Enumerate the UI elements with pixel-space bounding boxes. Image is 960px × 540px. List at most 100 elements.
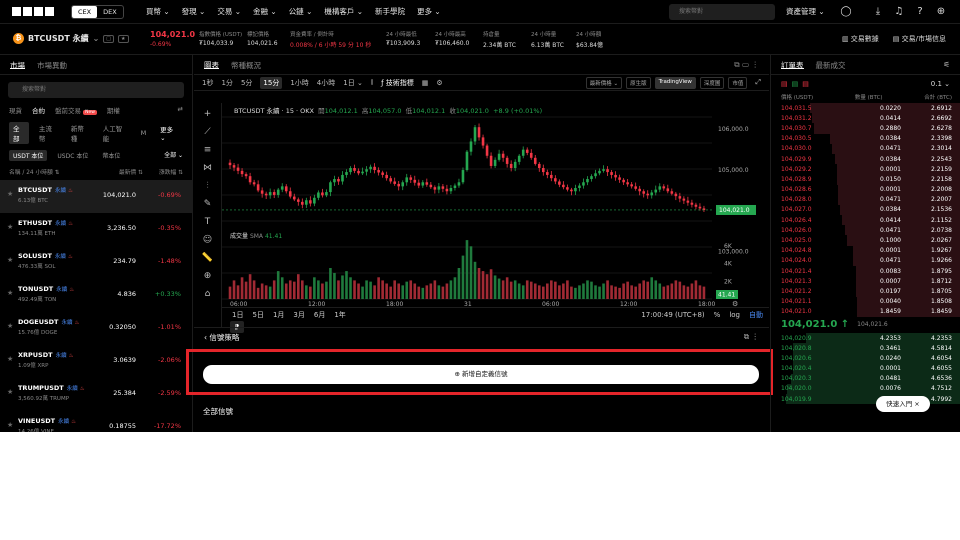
help-icon[interactable]: ? [914, 6, 926, 18]
interval-option[interactable]: 4小時 [317, 78, 335, 88]
symbol-selector[interactable]: ₿ BTCUSDT 永續 ⌄ □ ★ [13, 33, 129, 44]
cat-premarket[interactable]: 盤前交易 New [55, 105, 97, 115]
orderbook-row[interactable]: 104,028.0 0.0471 2.2007 [771, 194, 960, 205]
candle-type-icon[interactable]: ⫾ [371, 78, 373, 87]
chip-more[interactable]: 更多 ⌄ [156, 123, 183, 143]
market-search-input[interactable]: 搜索幣對 [8, 82, 184, 98]
chart-source-tab[interactable]: 最新價格 ⌄ [585, 76, 623, 89]
market-row[interactable]: ★ ETHUSDT 永續 ♨ 134.11萬 ETH 3,236.50 -0.35% [0, 213, 192, 246]
cex-toggle[interactable]: CEX [72, 6, 98, 18]
orderbook-row[interactable]: 104,021.4 0.0083 1.8795 [771, 266, 960, 277]
star-icon[interactable]: ★ [7, 190, 13, 198]
ruler-icon[interactable]: 📏 [202, 253, 213, 263]
emoji-icon[interactable]: ☺ [203, 235, 212, 245]
tab-market-movers[interactable]: 市場異動 [37, 60, 67, 70]
range-option[interactable]: 6月 [314, 310, 325, 320]
orderbook-row[interactable]: 104,020.4 0.0001 4.6055 [771, 363, 960, 374]
market-row[interactable]: ★ TONUSDT 永續 ♨ 492.49萬 TON 4.836 +0.33% [0, 279, 192, 312]
trendline-icon[interactable]: ⟋ [204, 127, 210, 137]
auto-toggle[interactable]: 自動 [749, 310, 763, 320]
orderbook-row[interactable]: 104,020.3 0.0481 4.6536 [771, 373, 960, 384]
settings-icon[interactable]: ⚙ [436, 79, 442, 87]
fullscreen-icon[interactable]: ⤢ [755, 78, 761, 87]
chip-usdt[interactable]: USDT 本位 [9, 150, 48, 161]
star-icon[interactable]: ★ [7, 421, 13, 429]
tab-overview[interactable]: 幣種概況 [231, 60, 261, 70]
download-icon[interactable]: ⤓ [872, 6, 884, 18]
orderbook-row[interactable]: 104,021.0 1.8459 1.8459 [771, 306, 960, 317]
interval-option[interactable]: 1秒 [202, 78, 213, 88]
orderbook-row[interactable]: 104,021.3 0.0007 1.8712 [771, 276, 960, 287]
range-option[interactable]: 1月 [273, 310, 284, 320]
star-icon[interactable]: ★ [7, 256, 13, 264]
brush-icon[interactable]: ✎ [204, 199, 212, 209]
nav-item[interactable]: 買幣 ⌄ [146, 0, 170, 24]
orderbook-row[interactable]: 104,029.2 0.0001 2.2159 [771, 164, 960, 175]
chip-ai[interactable]: 人工智能 [99, 122, 131, 144]
chip-all[interactable]: 全部 [9, 122, 29, 144]
tab-trades[interactable]: 最新成交 [816, 60, 846, 70]
fib-icon[interactable]: ⫶ [206, 181, 208, 191]
orderbook-row[interactable]: 104,026.4 0.0414 2.1152 [771, 215, 960, 226]
orderbook-row[interactable]: 104,026.0 0.0471 2.0738 [771, 225, 960, 236]
nav-item[interactable]: 機構客戶 ⌄ [324, 0, 363, 24]
star-icon[interactable]: ★ [7, 322, 13, 330]
new-custom-signal-button[interactable]: ⊕ 新增自定義信號 [203, 365, 759, 384]
chip-usdc[interactable]: USDC 本位 [53, 150, 92, 161]
orderbook-row[interactable]: 104,021.1 0.0040 1.8508 [771, 296, 960, 307]
range-option[interactable]: 1年 [334, 310, 345, 320]
signal-panel-icons[interactable]: ⧉ ⋮ [744, 332, 759, 341]
dex-toggle[interactable]: DEX [97, 6, 123, 18]
orderbook-row[interactable]: 104,029.9 0.0384 2.2543 [771, 153, 960, 165]
bell-icon[interactable]: ♫ [893, 6, 905, 18]
orderbook-row[interactable]: 104,030.0 0.0471 2.3014 [771, 143, 960, 154]
swap-icon[interactable]: ⇄ [178, 105, 183, 115]
star-icon[interactable]: ★ [7, 388, 13, 396]
range-option[interactable]: 3月 [293, 310, 304, 320]
globe-icon[interactable]: ⊕ [935, 6, 947, 18]
orderbook-row[interactable]: 104,019.9 0.0480 4.7992 [771, 394, 960, 405]
orderbook-row[interactable]: 104,020.0 0.0076 4.7512 [771, 383, 960, 395]
chart-source-tab[interactable]: 深度圖 [699, 76, 725, 89]
cat-futures[interactable]: 合約 [32, 105, 45, 115]
chart-source-tab[interactable]: 原生版 [626, 76, 651, 89]
star-icon[interactable]: ★ [7, 223, 13, 231]
view-bids-icon[interactable]: ▤ [792, 80, 799, 88]
market-row[interactable]: ★ VINEUSDT 永續 ♨ 14.26億 VINE 0.18755 -17.72% [0, 411, 192, 432]
col-change[interactable]: 漲跌幅 ⇅ [159, 167, 183, 176]
market-row[interactable]: ★ TRUMPUSDT 永續 ♨ 3,560.92萬 TRUMP 25.384 -2.59% [0, 378, 192, 411]
text-icon[interactable]: T [205, 217, 211, 227]
sliders-icon[interactable]: ⚟ [943, 60, 950, 69]
trading-data-link[interactable]: ▥ 交易數據 [842, 34, 879, 44]
interval-option[interactable]: 5分 [241, 78, 252, 88]
chart-source-tab[interactable]: TradingView [654, 76, 696, 89]
orderbook-row[interactable]: 104,027.0 0.0384 2.1536 [771, 204, 960, 216]
orderbook-row[interactable]: 104,024.0 0.0471 1.9266 [771, 255, 960, 266]
window-icons[interactable]: ⧉ ▭ ⋮ [734, 60, 759, 69]
tab-orderbook[interactable]: 訂單表 [781, 60, 804, 70]
chip-m[interactable]: M [137, 128, 151, 138]
interval-option[interactable]: 1分 [221, 78, 232, 88]
market-row[interactable]: ★ BTCUSDT 永續 ♨ 6.13億 BTC 104,021.0 -0.69% [0, 180, 192, 213]
signal-back-button[interactable]: ‹ 信號策略 [204, 332, 239, 342]
star-icon[interactable]: ★ [7, 355, 13, 363]
layout-icon[interactable]: ▦ [422, 79, 429, 87]
nav-item[interactable]: 金融 ⌄ [253, 0, 277, 24]
log-toggle[interactable]: log [729, 311, 740, 319]
info-icon[interactable]: □ [103, 34, 115, 43]
crosshair-icon[interactable]: + [204, 109, 212, 119]
orderbook-row[interactable]: 104,021.2 0.0197 1.8705 [771, 286, 960, 297]
pattern-icon[interactable]: ⋈ [203, 163, 212, 173]
market-info-link[interactable]: ▤ 交易/市場信息 [893, 34, 946, 44]
nav-item[interactable]: 公鏈 ⌄ [289, 0, 313, 24]
step-select[interactable]: 0.1 ⌄ [931, 80, 950, 88]
cat-spot[interactable]: 現貨 [9, 105, 22, 115]
interval-option[interactable]: 1小時 [290, 78, 308, 88]
view-both-icon[interactable]: ▤ [781, 80, 788, 88]
star-icon[interactable]: ★ [7, 289, 13, 297]
orderbook-row[interactable]: 104,028.6 0.0001 2.2008 [771, 184, 960, 195]
zoom-icon[interactable]: ⊕ [204, 271, 212, 281]
range-option[interactable]: 1日 [232, 310, 243, 320]
orderbook-row[interactable]: 104,030.7 0.2880 2.6278 [771, 123, 960, 134]
okx-logo[interactable] [12, 5, 56, 19]
